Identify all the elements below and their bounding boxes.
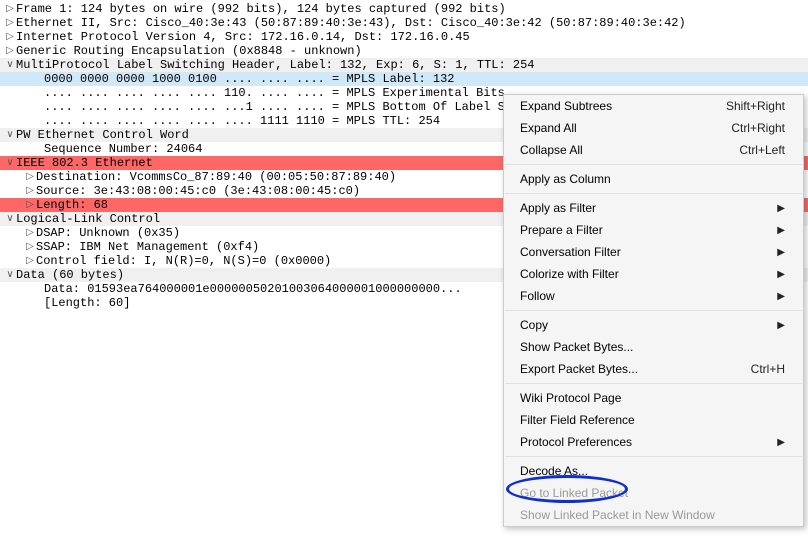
menu-expand-all[interactable]: Expand All Ctrl+Right (504, 117, 803, 139)
tree-row-mpls-label[interactable]: 0000 0000 0000 1000 0100 .... .... .... … (0, 72, 808, 86)
tree-label: Destination: VcommsCo_87:89:40 (00:05:50… (36, 170, 396, 184)
expand-icon[interactable]: ▷ (24, 198, 36, 212)
menu-label: Expand Subtrees (520, 99, 726, 113)
submenu-arrow-icon: ▶ (777, 203, 785, 214)
menu-label: Show Packet Bytes... (520, 340, 785, 354)
tree-row-mpls[interactable]: ∨ MultiProtocol Label Switching Header, … (0, 58, 808, 72)
tree-label: Control field: I, N(R)=0, N(S)=0 (0x0000… (36, 254, 331, 268)
menu-label: Show Linked Packet in New Window (520, 508, 785, 522)
menu-label: Apply as Column (520, 172, 785, 186)
tree-label: Sequence Number: 24064 (44, 142, 202, 156)
tree-label: .... .... .... .... .... ...1 .... .... … (44, 100, 505, 114)
menu-prepare-filter[interactable]: Prepare a Filter ▶ (504, 219, 803, 241)
menu-filter-reference[interactable]: Filter Field Reference (504, 409, 803, 431)
menu-label: Filter Field Reference (520, 413, 785, 427)
submenu-arrow-icon: ▶ (777, 320, 785, 331)
tree-label: .... .... .... .... .... .... 1111 1110 … (44, 114, 440, 128)
tree-label: Internet Protocol Version 4, Src: 172.16… (16, 30, 470, 44)
menu-label: Conversation Filter (520, 245, 777, 259)
menu-label: Protocol Preferences (520, 435, 777, 449)
tree-label: Data (60 bytes) (16, 268, 124, 282)
menu-divider (505, 310, 802, 311)
expand-icon[interactable]: ▷ (24, 254, 36, 268)
menu-decode-as[interactable]: Decode As... (504, 460, 803, 482)
menu-goto-linked: Go to Linked Packet (504, 482, 803, 504)
tree-label: SSAP: IBM Net Management (0xf4) (36, 240, 259, 254)
tree-label: DSAP: Unknown (0x35) (36, 226, 180, 240)
menu-label: Copy (520, 318, 777, 332)
tree-label: Frame 1: 124 bytes on wire (992 bits), 1… (16, 2, 506, 16)
submenu-arrow-icon: ▶ (777, 291, 785, 302)
submenu-arrow-icon: ▶ (777, 247, 785, 258)
tree-label: 0000 0000 0000 1000 0100 .... .... .... … (44, 72, 454, 86)
tree-label: [Length: 60] (44, 296, 130, 310)
tree-label: Data: 01593ea764000001e00000050201003064… (44, 282, 462, 296)
menu-label: Collapse All (520, 143, 739, 157)
tree-label: Logical-Link Control (16, 212, 160, 226)
collapse-icon[interactable]: ∨ (4, 58, 16, 72)
menu-apply-filter[interactable]: Apply as Filter ▶ (504, 197, 803, 219)
collapse-icon[interactable]: ∨ (4, 128, 16, 142)
submenu-arrow-icon: ▶ (777, 437, 785, 448)
expand-icon[interactable]: ▷ (4, 2, 16, 16)
expand-icon[interactable]: ▷ (4, 30, 16, 44)
menu-show-linked: Show Linked Packet in New Window (504, 504, 803, 526)
menu-label: Prepare a Filter (520, 223, 777, 237)
tree-row-gre[interactable]: ▷ Generic Routing Encapsulation (0x8848 … (0, 44, 808, 58)
submenu-arrow-icon: ▶ (777, 269, 785, 280)
tree-row-ip[interactable]: ▷ Internet Protocol Version 4, Src: 172.… (0, 30, 808, 44)
tree-label: Ethernet II, Src: Cisco_40:3e:43 (50:87:… (16, 16, 686, 30)
menu-conversation-filter[interactable]: Conversation Filter ▶ (504, 241, 803, 263)
menu-wiki-page[interactable]: Wiki Protocol Page (504, 387, 803, 409)
tree-label: IEEE 802.3 Ethernet (16, 156, 153, 170)
menu-colorize-filter[interactable]: Colorize with Filter ▶ (504, 263, 803, 285)
menu-divider (505, 456, 802, 457)
menu-label: Export Packet Bytes... (520, 362, 751, 376)
menu-follow[interactable]: Follow ▶ (504, 285, 803, 307)
submenu-arrow-icon: ▶ (777, 225, 785, 236)
tree-label: Source: 3e:43:08:00:45:c0 (3e:43:08:00:4… (36, 184, 360, 198)
menu-label: Apply as Filter (520, 201, 777, 215)
tree-label: Length: 68 (36, 198, 108, 212)
menu-collapse-all[interactable]: Collapse All Ctrl+Left (504, 139, 803, 161)
menu-label: Decode As... (520, 464, 785, 478)
menu-shortcut: Ctrl+Left (739, 143, 785, 157)
expand-icon[interactable]: ▷ (24, 240, 36, 254)
menu-expand-subtrees[interactable]: Expand Subtrees Shift+Right (504, 95, 803, 117)
menu-protocol-preferences[interactable]: Protocol Preferences ▶ (504, 431, 803, 453)
expand-icon[interactable]: ▷ (24, 184, 36, 198)
menu-shortcut: Ctrl+H (751, 362, 785, 376)
collapse-icon[interactable]: ∨ (4, 268, 16, 282)
menu-divider (505, 164, 802, 165)
menu-shortcut: Ctrl+Right (731, 121, 785, 135)
menu-label: Expand All (520, 121, 731, 135)
menu-label: Wiki Protocol Page (520, 391, 785, 405)
menu-label: Go to Linked Packet (520, 486, 785, 500)
tree-row-ethernet[interactable]: ▷ Ethernet II, Src: Cisco_40:3e:43 (50:8… (0, 16, 808, 30)
menu-label: Follow (520, 289, 777, 303)
expand-icon[interactable]: ▷ (4, 44, 16, 58)
menu-shortcut: Shift+Right (726, 99, 785, 113)
expand-icon[interactable]: ▷ (4, 16, 16, 30)
menu-copy[interactable]: Copy ▶ (504, 314, 803, 336)
context-menu: Expand Subtrees Shift+Right Expand All C… (503, 94, 804, 527)
menu-export-packet-bytes[interactable]: Export Packet Bytes... Ctrl+H (504, 358, 803, 380)
expand-icon[interactable]: ▷ (24, 170, 36, 184)
menu-show-packet-bytes[interactable]: Show Packet Bytes... (504, 336, 803, 358)
collapse-icon[interactable]: ∨ (4, 156, 16, 170)
menu-apply-column[interactable]: Apply as Column (504, 168, 803, 190)
tree-row-frame[interactable]: ▷ Frame 1: 124 bytes on wire (992 bits),… (0, 2, 808, 16)
collapse-icon[interactable]: ∨ (4, 212, 16, 226)
tree-label: Generic Routing Encapsulation (0x8848 - … (16, 44, 362, 58)
tree-label: MultiProtocol Label Switching Header, La… (16, 58, 534, 72)
menu-divider (505, 383, 802, 384)
tree-label: PW Ethernet Control Word (16, 128, 189, 142)
tree-label: .... .... .... .... .... 110. .... .... … (44, 86, 505, 100)
menu-label: Colorize with Filter (520, 267, 777, 281)
menu-divider (505, 193, 802, 194)
expand-icon[interactable]: ▷ (24, 226, 36, 240)
